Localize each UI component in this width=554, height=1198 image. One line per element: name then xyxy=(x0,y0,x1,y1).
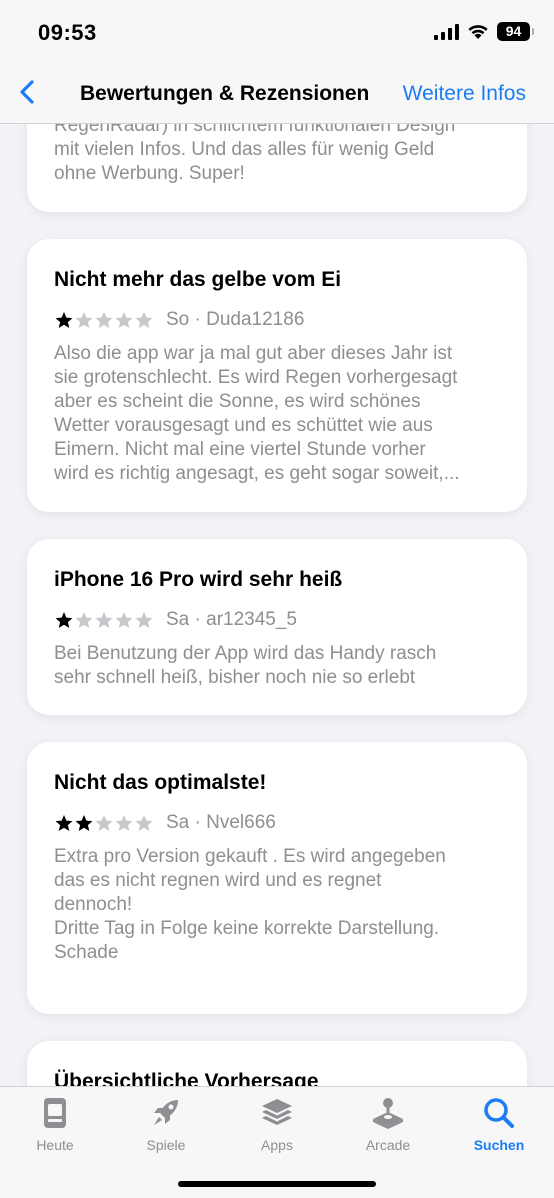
tab-today[interactable]: Heute xyxy=(0,1095,110,1153)
tab-search[interactable]: Suchen xyxy=(444,1095,554,1153)
star-empty-icon xyxy=(135,312,153,328)
star-empty-icon xyxy=(135,612,153,628)
rating-row: So · Duda12186 xyxy=(54,309,304,331)
review-card[interactable]: Nicht mehr das gelbe vom Ei So · Duda121… xyxy=(27,239,527,512)
tab-apps[interactable]: Apps xyxy=(222,1095,332,1153)
star-empty-icon xyxy=(115,612,133,628)
rocket-icon xyxy=(154,1100,178,1125)
review-card[interactable]: iPhone 16 Pro wird sehr heiß Sa · ar1234… xyxy=(27,539,527,715)
tab-label: Arcade xyxy=(365,1137,411,1153)
apps-stack-icon xyxy=(262,1099,292,1125)
cellular-signal-icon xyxy=(434,23,459,40)
battery-icon: 94 xyxy=(497,22,534,41)
star-filled-icon xyxy=(55,612,73,628)
review-card[interactable]: Nicht das optimalste! Sa · Nvel666 Extra… xyxy=(27,742,527,1014)
star-empty-icon xyxy=(75,312,93,328)
star-empty-icon xyxy=(135,815,153,831)
rating-row: Sa · ar12345_5 xyxy=(54,609,297,631)
tab-label: Apps xyxy=(261,1137,293,1153)
back-chevron-icon[interactable] xyxy=(12,76,44,108)
review-meta: Sa · Nvel666 xyxy=(166,812,276,833)
wifi-icon xyxy=(468,24,488,39)
tab-games[interactable]: Spiele xyxy=(111,1095,221,1153)
star-rating xyxy=(54,814,154,832)
star-empty-icon xyxy=(95,312,113,328)
star-filled-icon xyxy=(55,312,73,328)
review-meta: Sa · ar12345_5 xyxy=(166,609,297,630)
status-icons: 94 xyxy=(434,22,534,41)
review-body: Extra pro Version gekauft . Es wird ange… xyxy=(54,846,446,963)
review-card[interactable]: Übersichtliche Vorhersage xyxy=(27,1041,527,1086)
review-title: Nicht das optimalste! xyxy=(54,771,267,794)
today-icon xyxy=(44,1098,66,1128)
star-rating xyxy=(54,311,154,329)
navigation-bar: Bewertungen & Rezensionen Weitere Infos xyxy=(0,62,554,124)
page-title: Bewertungen & Rezensionen xyxy=(80,82,370,105)
status-bar: 09:53 94 xyxy=(0,0,554,62)
star-empty-icon xyxy=(75,612,93,628)
star-empty-icon xyxy=(95,815,113,831)
more-info-button[interactable]: Weitere Infos xyxy=(403,82,526,106)
review-title: Übersichtliche Vorhersage xyxy=(54,1070,319,1086)
review-title: iPhone 16 Pro wird sehr heiß xyxy=(54,568,343,591)
star-rating xyxy=(54,611,154,629)
status-time: 09:53 xyxy=(38,20,97,45)
star-filled-icon xyxy=(55,815,73,831)
review-title: Nicht mehr das gelbe vom Ei xyxy=(54,268,342,291)
star-empty-icon xyxy=(115,815,133,831)
tab-label: Suchen xyxy=(473,1137,525,1153)
tab-arcade[interactable]: Arcade xyxy=(333,1095,443,1153)
tab-label: Heute xyxy=(36,1137,74,1153)
search-icon xyxy=(484,1098,514,1128)
review-body: Also die app war ja mal gut aber dieses … xyxy=(54,343,460,484)
star-empty-icon xyxy=(115,312,133,328)
tab-label: Spiele xyxy=(146,1137,186,1153)
review-body: Bei Benutzung der App wird das Handy ras… xyxy=(54,643,437,688)
reviews-list[interactable]: RegenRadar) in schlichtem funktionalen D… xyxy=(0,0,554,1086)
review-meta: So · Duda12186 xyxy=(166,309,305,330)
home-indicator xyxy=(178,1181,376,1187)
rating-row: Sa · Nvel666 xyxy=(54,812,276,834)
review-body: RegenRadar) in schlichtem funktionalen D… xyxy=(54,115,456,184)
star-empty-icon xyxy=(95,612,113,628)
joystick-icon xyxy=(373,1098,403,1129)
star-filled-icon xyxy=(75,815,93,831)
